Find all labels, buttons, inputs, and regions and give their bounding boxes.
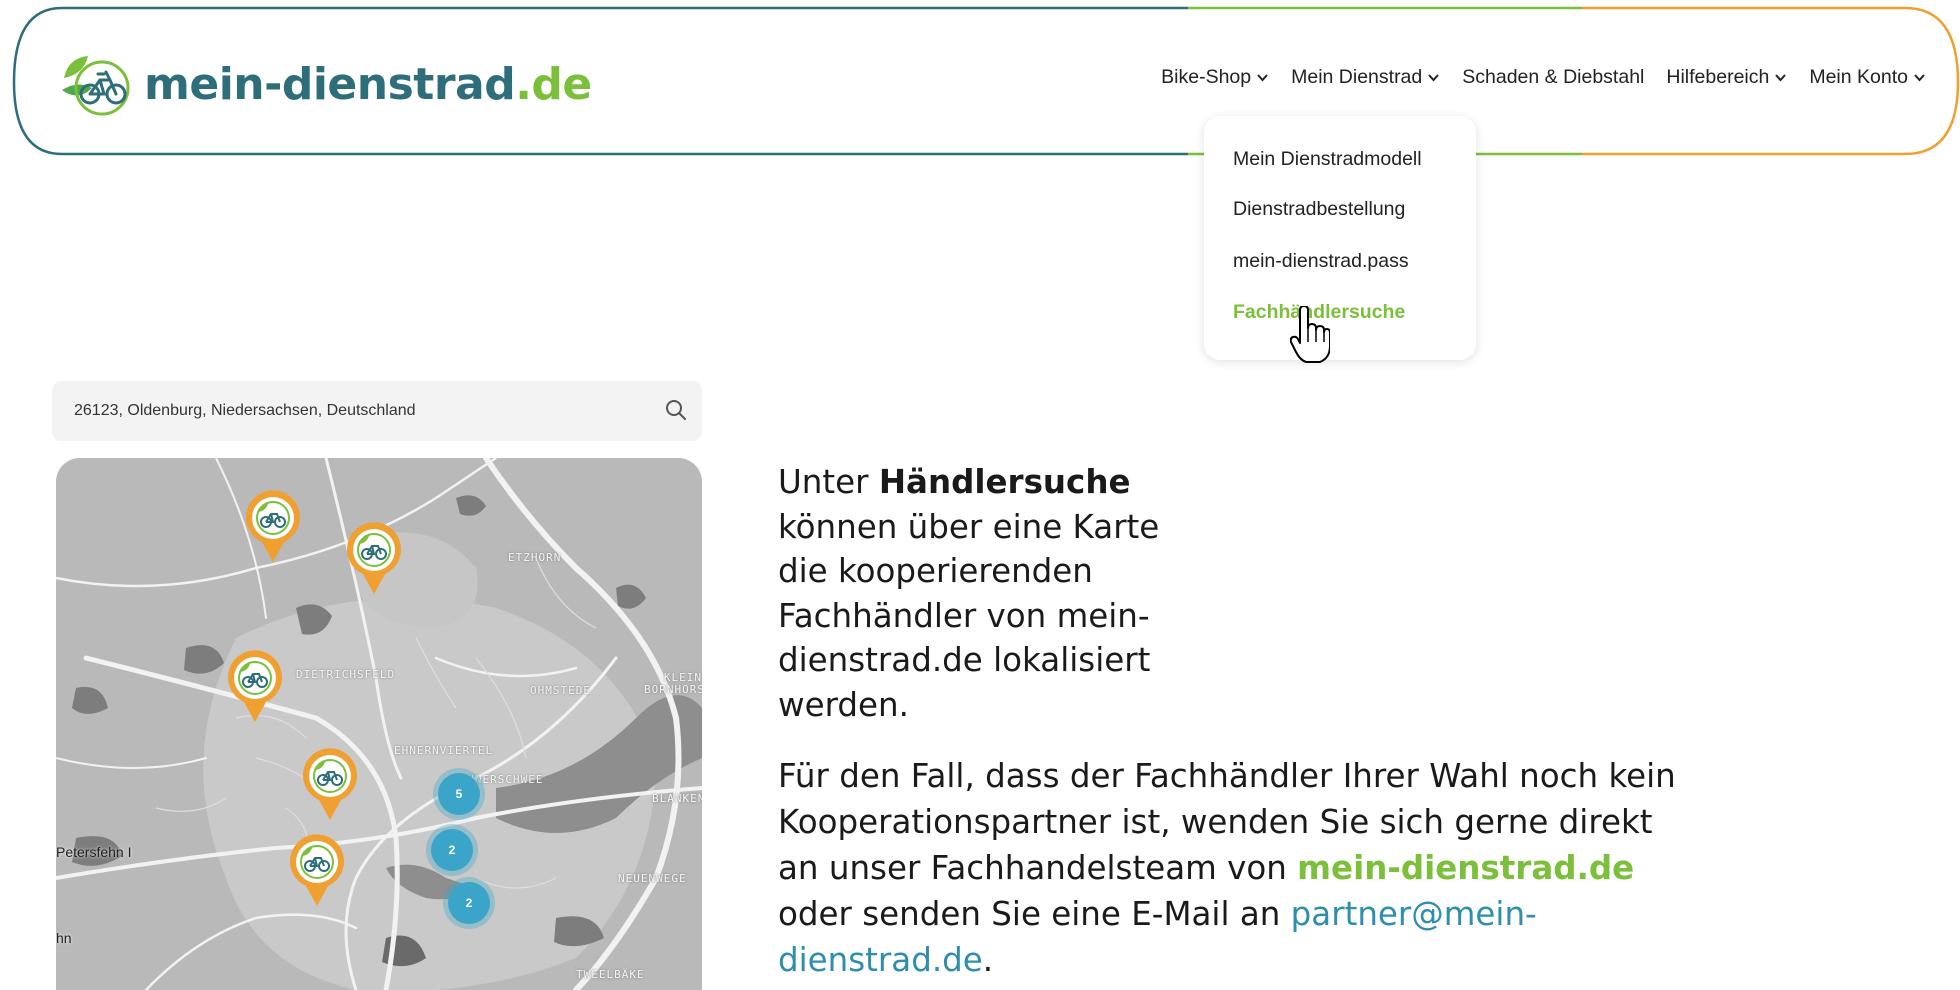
chevron-down-icon — [1914, 74, 1925, 82]
map-label-edge: hn — [56, 930, 72, 946]
nav-item-mein-konto[interactable]: Mein Konto — [1809, 66, 1926, 89]
dropdown-item-dienstradmodell[interactable]: Mein Dienstradmodell — [1233, 148, 1422, 171]
nav-item-label: Mein Dienstrad — [1291, 66, 1423, 88]
map-label-ehnernviertel: EHNERNVIERTEL — [394, 744, 494, 757]
bike-logo-icon — [62, 56, 130, 116]
intro-paragraph: Unter Händlersuche können über eine Kart… — [778, 463, 1160, 724]
nav-item-label: Schaden & Diebstahl — [1462, 66, 1645, 88]
chevron-down-icon — [1257, 74, 1268, 82]
search-icon[interactable] — [664, 398, 688, 422]
nav-item-bike-shop[interactable]: Bike-Shop — [1161, 66, 1269, 89]
nav-item-mein-dienstrad[interactable]: Mein Dienstrad — [1291, 66, 1440, 89]
intro-bold: Händlersuche — [878, 463, 1131, 501]
mein-dienstrad-dropdown: Mein Dienstradmodell Dienstradbestellung… — [1204, 116, 1476, 360]
hand-pointer-cursor-icon — [1290, 306, 1330, 363]
dealer-marker-icon[interactable] — [301, 748, 359, 822]
dropdown-item-pass[interactable]: mein-dienstrad.pass — [1233, 250, 1409, 273]
chevron-down-icon — [1428, 74, 1439, 82]
nav-item-label: Bike-Shop — [1161, 66, 1252, 88]
chevron-down-icon — [1775, 74, 1787, 82]
map-label-tweelbaeke: TWEELBÄKE — [576, 968, 645, 981]
nav-item-schaden-diebstahl[interactable]: Schaden & Diebstahl — [1462, 66, 1644, 89]
map-label-dietrichsfeld: DIETRICHSFELD — [296, 668, 396, 681]
dealer-marker-icon[interactable] — [226, 650, 284, 724]
nav-item-label: Mein Konto — [1809, 66, 1908, 88]
location-search-input[interactable] — [74, 381, 654, 441]
dealer-map[interactable]: ETZHORN DIETRICHSFELD OHMSTEDE KLEIN BOR… — [56, 458, 702, 990]
site-link[interactable]: mein-dienstrad.de — [1297, 849, 1634, 887]
dealer-marker-icon[interactable] — [345, 522, 403, 596]
marker-cluster[interactable]: 5 — [438, 773, 480, 815]
map-label-neuenwege: NEUENWEGE — [618, 872, 687, 885]
nav-item-hilfebereich[interactable]: Hilfebereich — [1666, 66, 1787, 89]
main-nav: Bike-Shop Mein Dienstrad Schaden & Diebs… — [1161, 66, 1926, 89]
marker-cluster[interactable]: 2 — [448, 882, 490, 924]
map-label-ohmstede: OHMSTEDE — [530, 684, 591, 697]
dealer-marker-icon[interactable] — [288, 834, 346, 908]
logo-wordmark: mein-dienstrad.de — [144, 58, 592, 110]
map-label-blanken: BLANKEN — [652, 792, 702, 805]
marker-cluster[interactable]: 2 — [431, 829, 473, 871]
site-logo[interactable]: mein-dienstrad.de — [58, 44, 592, 124]
map-label-klein-bornhorst: KLEIN BORNHORST — [644, 671, 702, 696]
dropdown-item-dienstradbestellung[interactable]: Dienstradbestellung — [1233, 198, 1405, 221]
map-label-petersfehn: Petersfehn I — [56, 844, 132, 860]
location-search — [52, 381, 702, 441]
nav-item-label: Hilfebereich — [1666, 66, 1770, 88]
contact-paragraph: Für den Fall, dass der Fachhändler Ihrer… — [778, 757, 1676, 979]
map-label-etzhorn: ETZHORN — [508, 551, 562, 564]
dealer-marker-icon[interactable] — [244, 490, 302, 564]
